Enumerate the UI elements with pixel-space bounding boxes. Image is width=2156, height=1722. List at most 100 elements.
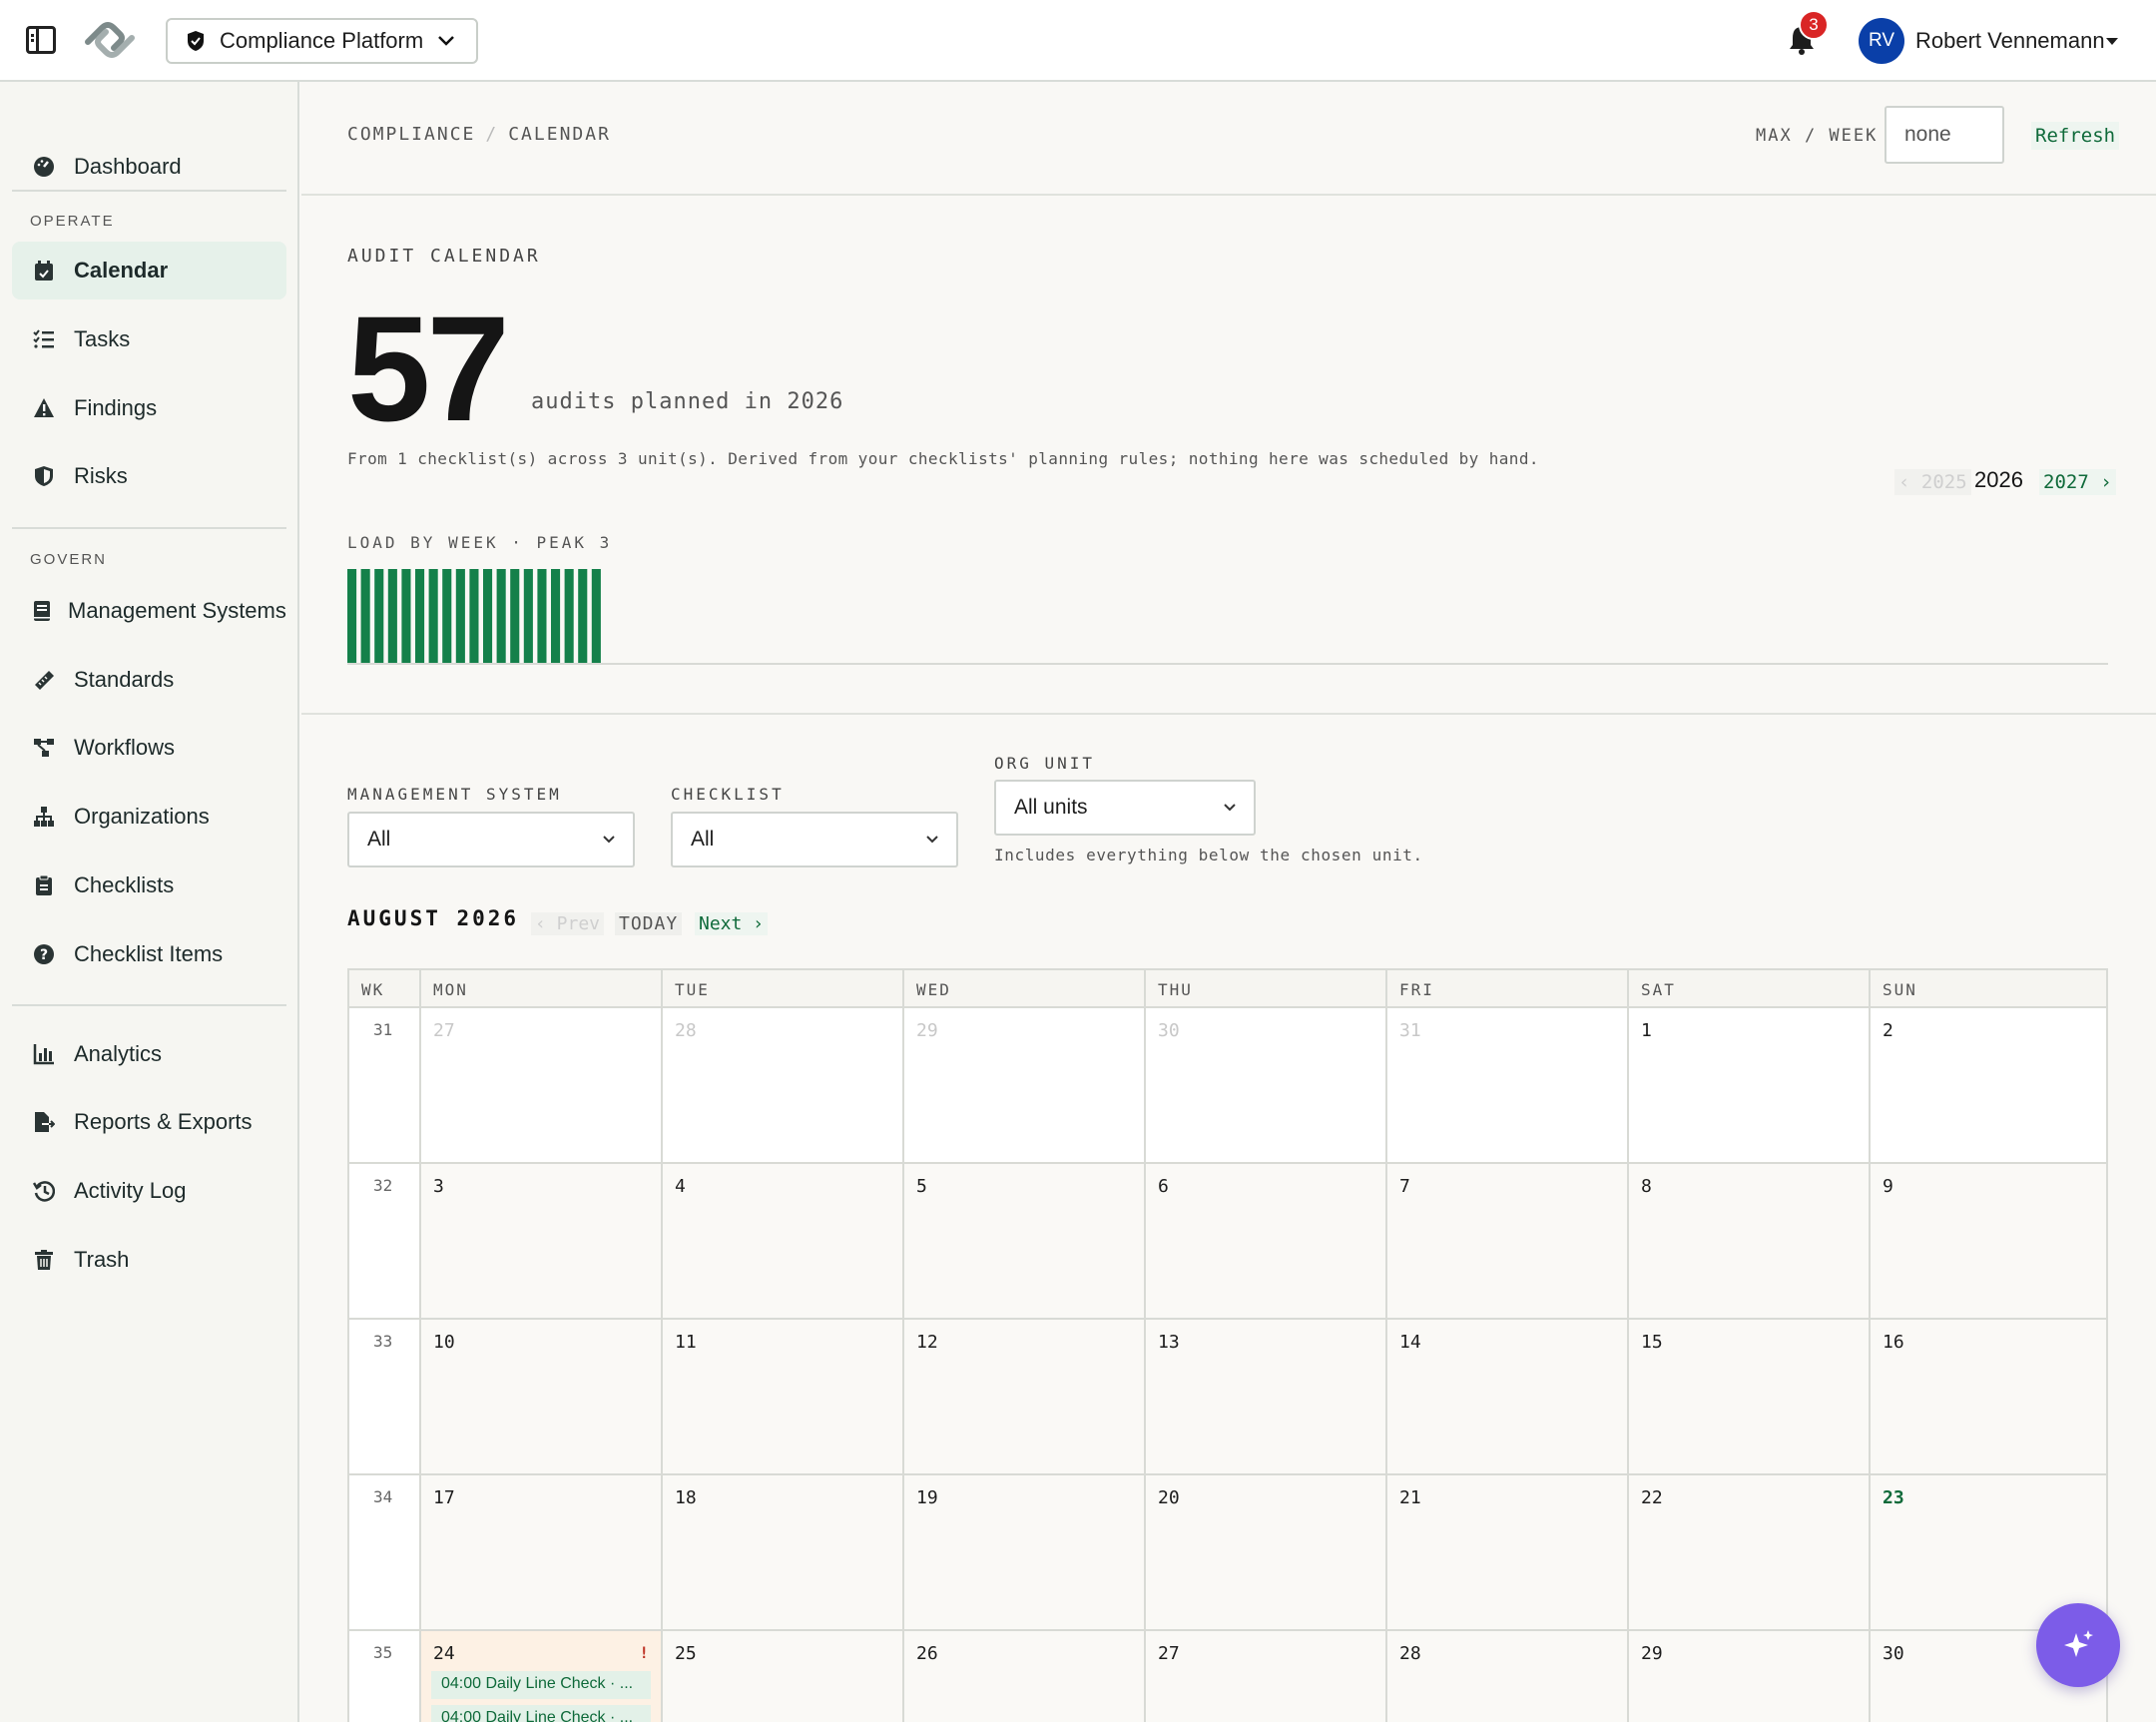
platform-switcher[interactable]: Compliance Platform [166,18,478,64]
day-cell[interactable]: 28 [663,1008,904,1162]
month-today-button[interactable]: TODAY [615,912,683,935]
day-cell[interactable]: 26 [904,1631,1146,1722]
day-cell[interactable]: 16 [1871,1320,2106,1473]
sidebar-item-trash[interactable]: Trash [12,1231,286,1289]
file-export-icon [32,1110,56,1134]
day-cell[interactable]: 27 [421,1008,663,1162]
calendar-header-sat: SAT [1629,970,1871,1006]
calendar-event[interactable]: 04:00 Daily Line Check · ... [431,1705,651,1722]
load-week-bar [415,569,425,664]
sidebar-item-reports-exports[interactable]: Reports & Exports [12,1093,286,1151]
ai-assistant-button[interactable] [2036,1603,2120,1687]
user-menu-caret-icon[interactable] [2106,38,2118,45]
sidebar-item-risks[interactable]: Risks [12,447,286,505]
shield-half-icon [32,464,56,488]
day-cell[interactable]: 9 [1871,1164,2106,1318]
day-cell[interactable]: 30 [1146,1008,1387,1162]
sidebar-divider [12,1004,286,1006]
day-cell[interactable]: 8 [1629,1164,1871,1318]
sidebar-item-calendar[interactable]: Calendar [12,242,286,299]
day-cell[interactable]: 7 [1387,1164,1629,1318]
day-cell[interactable]: 29 [1629,1631,1871,1722]
day-cell[interactable]: 3 [421,1164,663,1318]
avatar[interactable]: RV [1859,18,1904,64]
calendar-week-row: 32 3 4 5 6 7 8 9 [349,1164,2106,1320]
day-cell[interactable]: 5 [904,1164,1146,1318]
load-week-bar [551,569,561,664]
day-cell[interactable]: 31 [1387,1008,1629,1162]
checklist-select[interactable]: All [671,812,958,867]
max-week-input[interactable] [1885,106,2004,164]
year-prev-button[interactable]: ‹ 2025 [1894,469,1971,495]
day-cell[interactable]: 2 [1871,1008,2106,1162]
day-cell[interactable]: 10 [421,1320,663,1473]
day-cell[interactable]: 14 [1387,1320,1629,1473]
day-cell[interactable]: 6 [1146,1164,1387,1318]
main-content: COMPLIANCE / CALENDAR MAX / WEEK Refresh A… [301,82,2156,1722]
load-week-bar [347,569,357,664]
clipboard-icon [32,873,56,897]
day-cell-with-audits[interactable]: 24 ! 04:00 Daily Line Check · ... 04:00 … [421,1631,663,1722]
day-cell[interactable]: 18 [663,1475,904,1629]
day-cell[interactable]: 1 [1629,1008,1871,1162]
week-number: 32 [349,1164,421,1318]
calendar-week-row: 34 17 18 19 20 21 22 23 [349,1475,2106,1631]
sidebar-item-findings[interactable]: Findings [12,379,286,437]
management-system-select[interactable]: All [347,812,635,867]
sidebar-item-checklists[interactable]: Checklists [12,857,286,914]
year-next-button[interactable]: 2027 › [2039,469,2116,495]
day-cell[interactable]: 19 [904,1475,1146,1629]
chevron-down-icon [1224,804,1236,812]
calendar-event[interactable]: 04:00 Daily Line Check · ... [431,1671,651,1699]
sidebar-item-workflows[interactable]: Workflows [12,719,286,777]
org-unit-label: ORG UNIT [994,754,1096,773]
gauge-icon [32,155,56,179]
day-cell[interactable]: 11 [663,1320,904,1473]
day-cell[interactable]: 29 [904,1008,1146,1162]
load-week-bar [428,569,438,664]
sidebar-item-standards[interactable]: Standards [12,651,286,709]
refresh-button[interactable]: Refresh [2031,122,2120,150]
load-week-bar [537,569,547,664]
sidebar-item-activity-log[interactable]: Activity Log [12,1162,286,1220]
sidebar-item-label: Activity Log [74,1178,187,1203]
calendar-header-fri: FRI [1387,970,1629,1006]
sidebar-item-checklist-items[interactable]: ? Checklist Items [12,925,286,983]
month-next-button[interactable]: Next › [695,912,769,935]
breadcrumb-root[interactable]: COMPLIANCE [347,124,475,145]
breadcrumb: COMPLIANCE / CALENDAR [347,124,611,145]
sidebar-item-management-systems[interactable]: Management Systems [12,582,286,640]
sidebar-item-label: Management Systems [68,598,286,623]
sidebar-toggle-icon[interactable] [26,26,56,54]
day-cell[interactable]: 20 [1146,1475,1387,1629]
day-cell[interactable]: 4 [663,1164,904,1318]
day-cell[interactable]: 17 [421,1475,663,1629]
sidebar-item-dashboard[interactable]: Dashboard [12,138,286,196]
day-cell[interactable]: 25 [663,1631,904,1722]
day-cell[interactable]: 27 [1146,1631,1387,1722]
month-prev-button[interactable]: ‹ Prev [531,912,605,935]
load-week-bar [360,569,370,664]
sidebar-item-organizations[interactable]: Organizations [12,788,286,846]
org-unit-select[interactable]: All units [994,780,1256,836]
sidebar-item-label: Standards [74,667,175,692]
sidebar-item-label: Calendar [74,258,169,283]
day-cell[interactable]: 28 [1387,1631,1629,1722]
day-cell[interactable]: 13 [1146,1320,1387,1473]
checklist-value: All [691,828,715,851]
load-week-bar [483,569,493,664]
breadcrumb-current: CALENDAR [508,124,611,145]
day-cell[interactable]: 21 [1387,1475,1629,1629]
sidebar: Dashboard OPERATE Calendar Tasks Finding… [0,82,299,1722]
day-cell[interactable]: 15 [1629,1320,1871,1473]
org-tree-icon [32,805,56,829]
sidebar-item-label: Organizations [74,804,210,829]
load-week-bar [523,569,533,664]
day-cell[interactable]: 22 [1629,1475,1871,1629]
load-week-bar [469,569,479,664]
user-name[interactable]: Robert Vennemann [1915,28,2105,54]
sidebar-item-tasks[interactable]: Tasks [12,310,286,368]
day-cell[interactable]: 12 [904,1320,1146,1473]
app-logo-icon[interactable] [80,16,140,64]
sidebar-item-analytics[interactable]: Analytics [12,1025,286,1083]
